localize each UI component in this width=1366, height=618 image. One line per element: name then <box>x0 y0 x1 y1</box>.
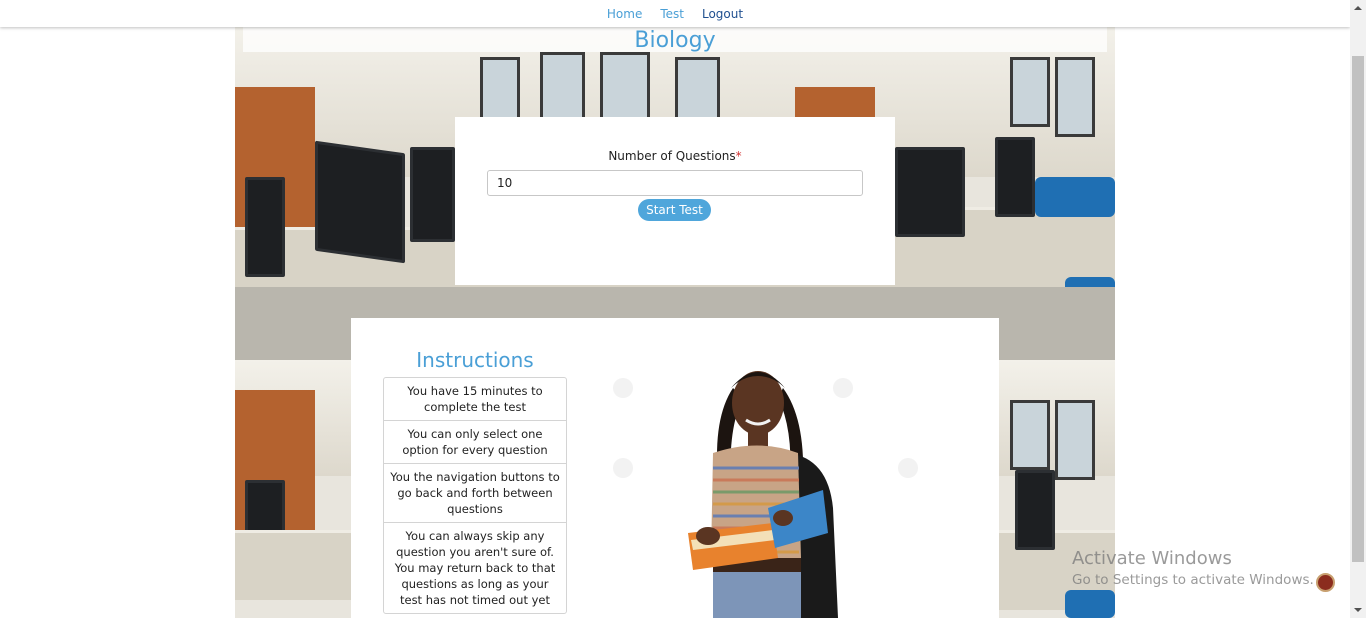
required-marker: * <box>735 149 742 163</box>
question-count-label: Number of Questions* <box>455 149 895 163</box>
instruction-item: You the navigation buttons to go back an… <box>384 464 566 523</box>
nav-logout-link[interactable]: Logout <box>702 7 743 21</box>
question-count-label-text: Number of Questions <box>608 149 736 163</box>
instruction-item: You can always skip any question you are… <box>394 529 556 607</box>
page-title: Biology <box>634 28 716 53</box>
instruction-item: You have 15 minutes to complete the test <box>384 378 566 421</box>
vertical-scrollbar[interactable] <box>1350 0 1366 618</box>
start-test-button[interactable]: Start Test <box>638 199 711 221</box>
scrollbar-thumb[interactable] <box>1352 56 1364 562</box>
scroll-down-arrow-icon[interactable] <box>1350 602 1366 618</box>
instruction-item: You can only select one option for every… <box>384 421 566 464</box>
question-count-card: Number of Questions* Start Test <box>455 117 895 285</box>
tray-app-icon[interactable] <box>1316 573 1335 592</box>
activate-windows-subtitle: Go to Settings to activate Windows. <box>1072 572 1314 588</box>
instructions-title: Instructions <box>416 348 534 372</box>
activate-windows-watermark: Activate Windows Go to Settings to activ… <box>1072 548 1314 588</box>
student-illustration <box>688 371 838 618</box>
nav-home-link[interactable]: Home <box>607 7 642 21</box>
top-nav: Home Test Logout <box>0 0 1350 27</box>
question-count-input[interactable] <box>487 170 863 196</box>
instructions-card: Instructions You have 15 minutes to comp… <box>351 318 999 618</box>
activate-windows-title: Activate Windows <box>1072 548 1232 569</box>
instructions-list: You have 15 minutes to complete the test… <box>383 377 567 614</box>
student-image <box>583 358 967 618</box>
scroll-up-arrow-icon[interactable] <box>1350 0 1366 16</box>
nav-test-link[interactable]: Test <box>660 7 684 21</box>
